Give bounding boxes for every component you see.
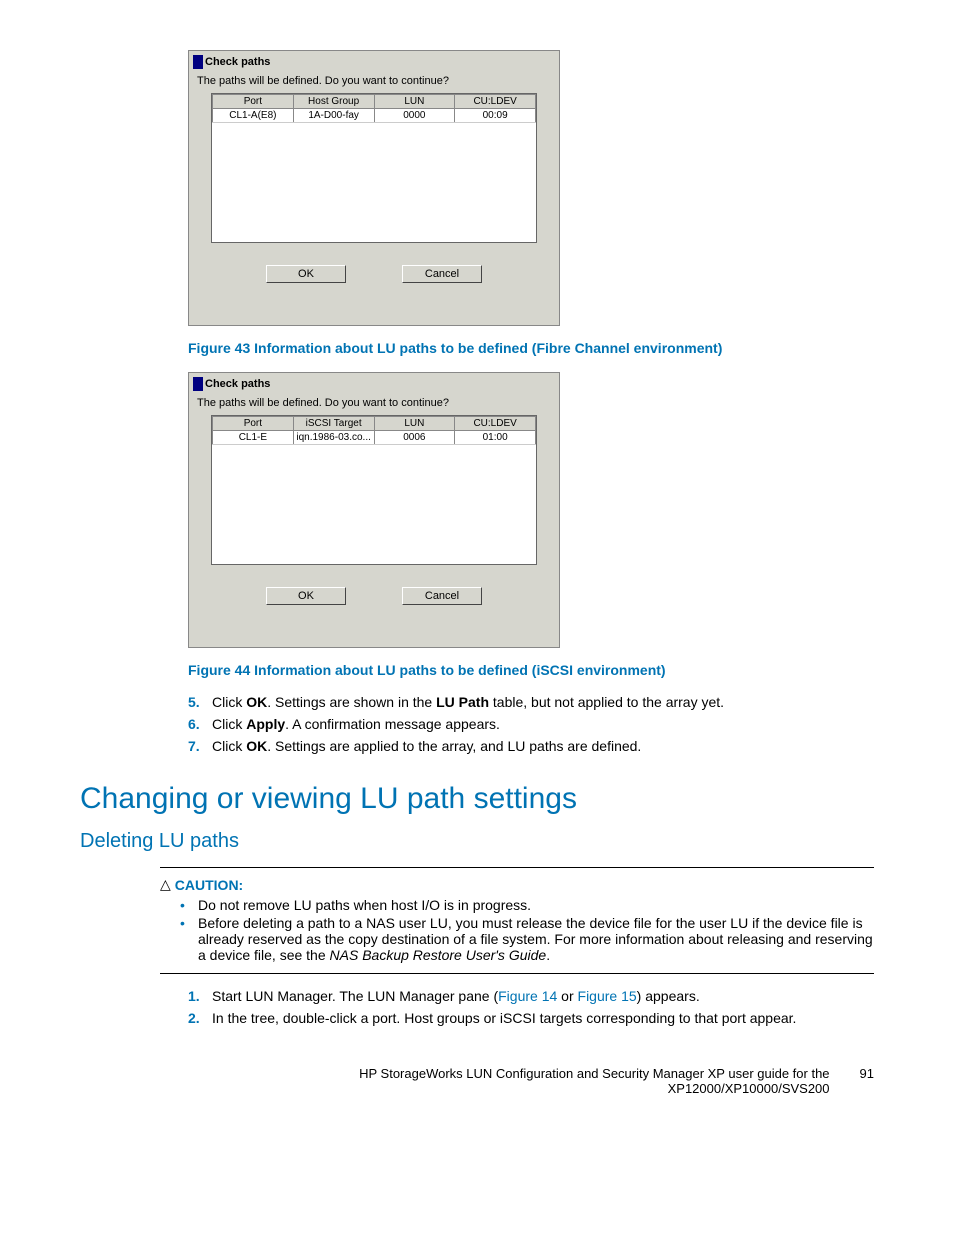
footer-text: HP StorageWorks LUN Configuration and Se… (359, 1066, 829, 1096)
dialog-title: Check paths (205, 56, 270, 68)
col-culdev: CU:LDEV (455, 95, 536, 109)
step-2: 2. In the tree, double-click a port. Hos… (188, 1010, 874, 1026)
dialog-buttons: OK Cancel (189, 565, 559, 647)
dialog-title-row: Check paths (189, 51, 559, 73)
dialog-table: Port Host Group LUN CU:LDEV CL1-A(E8) 1A… (211, 93, 537, 243)
cancel-button[interactable]: Cancel (402, 265, 482, 283)
caution-list: • Do not remove LU paths when host I/O i… (180, 897, 874, 963)
step-list: 5. Click OK. Settings are shown in the L… (188, 694, 874, 754)
col-lun: LUN (374, 417, 455, 431)
caution-header: △ CAUTION: (160, 876, 874, 893)
dialog-title: Check paths (205, 378, 270, 390)
step-body: Click OK. Settings are shown in the LU P… (212, 694, 874, 710)
caution-item: • Do not remove LU paths when host I/O i… (180, 897, 874, 913)
bullet-icon: • (180, 897, 198, 913)
heading-deleting: Deleting LU paths (80, 830, 874, 853)
dialog-table: Port iSCSI Target LUN CU:LDEV CL1-E iqn.… (211, 415, 537, 565)
table-row[interactable]: CL1-A(E8) 1A-D00-fay 0000 00:09 (213, 109, 536, 123)
step-number: 2. (188, 1010, 212, 1026)
col-culdev: CU:LDEV (455, 417, 536, 431)
title-marker-icon (193, 377, 203, 391)
bullet-icon: • (180, 915, 198, 963)
step-body: In the tree, double-click a port. Host g… (212, 1010, 874, 1026)
table-header-row: Port iSCSI Target LUN CU:LDEV (213, 417, 536, 431)
col-hostgroup: Host Group (293, 95, 374, 109)
col-iscsitarget: iSCSI Target (293, 417, 374, 431)
step-body: Start LUN Manager. The LUN Manager pane … (212, 988, 874, 1004)
dialog-buttons: OK Cancel (189, 243, 559, 325)
step-7: 7. Click OK. Settings are applied to the… (188, 738, 874, 754)
dialog-prompt: The paths will be defined. Do you want t… (189, 73, 559, 93)
caution-block: △ CAUTION: • Do not remove LU paths when… (160, 867, 874, 963)
check-paths-dialog-iscsi: Check paths The paths will be defined. D… (188, 372, 560, 648)
step-list-2: 1. Start LUN Manager. The LUN Manager pa… (188, 988, 874, 1026)
title-marker-icon (193, 55, 203, 69)
footer: HP StorageWorks LUN Configuration and Se… (80, 1066, 874, 1096)
divider (160, 973, 874, 974)
step-number: 6. (188, 716, 212, 732)
figure-43-caption: Figure 43 Information about LU paths to … (188, 340, 874, 356)
ok-button[interactable]: OK (266, 587, 346, 605)
step-5: 5. Click OK. Settings are shown in the L… (188, 694, 874, 710)
step-1: 1. Start LUN Manager. The LUN Manager pa… (188, 988, 874, 1004)
col-port: Port (213, 417, 294, 431)
step-6: 6. Click Apply. A confirmation message a… (188, 716, 874, 732)
ok-button[interactable]: OK (266, 265, 346, 283)
step-number: 7. (188, 738, 212, 754)
heading-changing-viewing: Changing or viewing LU path settings (80, 782, 874, 816)
caution-item: • Before deleting a path to a NAS user L… (180, 915, 874, 963)
col-port: Port (213, 95, 294, 109)
figure-15-link[interactable]: Figure 15 (578, 988, 637, 1004)
step-body: Click OK. Settings are applied to the ar… (212, 738, 874, 754)
step-number: 5. (188, 694, 212, 710)
step-body: Click Apply. A confirmation message appe… (212, 716, 874, 732)
dialog-title-row: Check paths (189, 373, 559, 395)
check-paths-dialog-fc: Check paths The paths will be defined. D… (188, 50, 560, 326)
page-number: 91 (860, 1066, 874, 1081)
figure-44-caption: Figure 44 Information about LU paths to … (188, 662, 874, 678)
caution-label: CAUTION: (175, 877, 243, 893)
table-row[interactable]: CL1-E iqn.1986-03.co... 0006 01:00 (213, 431, 536, 445)
dialog-prompt: The paths will be defined. Do you want t… (189, 395, 559, 415)
table-header-row: Port Host Group LUN CU:LDEV (213, 95, 536, 109)
step-number: 1. (188, 988, 212, 1004)
caution-triangle-icon: △ (160, 876, 171, 893)
figure-14-link[interactable]: Figure 14 (498, 988, 557, 1004)
col-lun: LUN (374, 95, 455, 109)
cancel-button[interactable]: Cancel (402, 587, 482, 605)
